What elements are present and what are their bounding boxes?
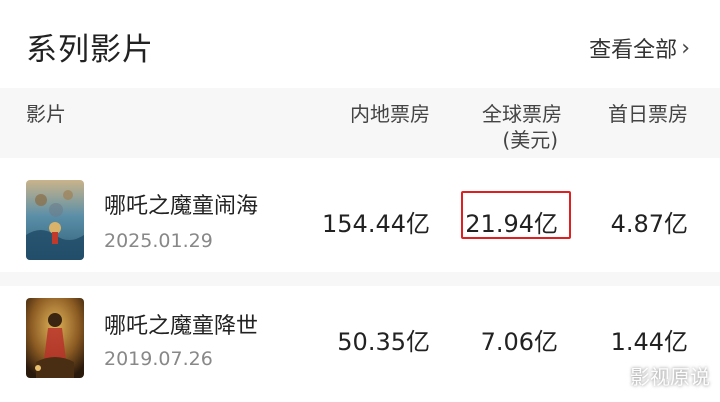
domestic-box-office-value: 154.44亿 (322, 210, 430, 238)
film-title[interactable]: 哪吒之魔童降世 (104, 308, 258, 340)
film-poster-image[interactable] (26, 298, 84, 378)
table-header: 影片 内地票房 全球票房 (美元) 首日票房 (0, 88, 720, 158)
first-day-box-office-value: 4.87亿 (610, 210, 688, 238)
global-box-office-value: 7.06亿 (480, 328, 558, 356)
chevron-right-icon: › (681, 35, 690, 61)
first-day-box-office-value: 1.44亿 (610, 328, 688, 356)
row-divider (0, 272, 720, 286)
table-row[interactable]: 哪吒之魔童降世 2019.07.26 50.35亿 7.06亿 1.44亿 (0, 286, 720, 400)
view-all-label: 查看全部 (589, 38, 678, 63)
film-poster-image[interactable] (26, 180, 84, 260)
column-header-global-unit: (美元) (502, 128, 558, 152)
film-title[interactable]: 哪吒之魔童闹海 (104, 188, 258, 220)
release-date: 2019.07.26 (104, 348, 213, 370)
section-header: 系列影片 查看全部 › (0, 0, 720, 88)
watermark: 影视原说 (630, 365, 710, 389)
table-row[interactable]: 哪吒之魔童闹海 2025.01.29 154.44亿 21.94亿 4.87亿 (0, 158, 720, 272)
release-date: 2025.01.29 (104, 230, 213, 252)
column-header-first-day-box-office: 首日票房 (608, 102, 688, 126)
column-header-global-box-office: 全球票房 (482, 102, 562, 126)
domestic-box-office-value: 50.35亿 (337, 328, 430, 356)
view-all-link[interactable]: 查看全部 › (589, 32, 690, 64)
section-title: 系列影片 (26, 32, 154, 68)
column-header-film: 影片 (26, 102, 66, 126)
column-header-domestic-box-office: 内地票房 (350, 102, 430, 126)
highlight-box (461, 191, 571, 239)
